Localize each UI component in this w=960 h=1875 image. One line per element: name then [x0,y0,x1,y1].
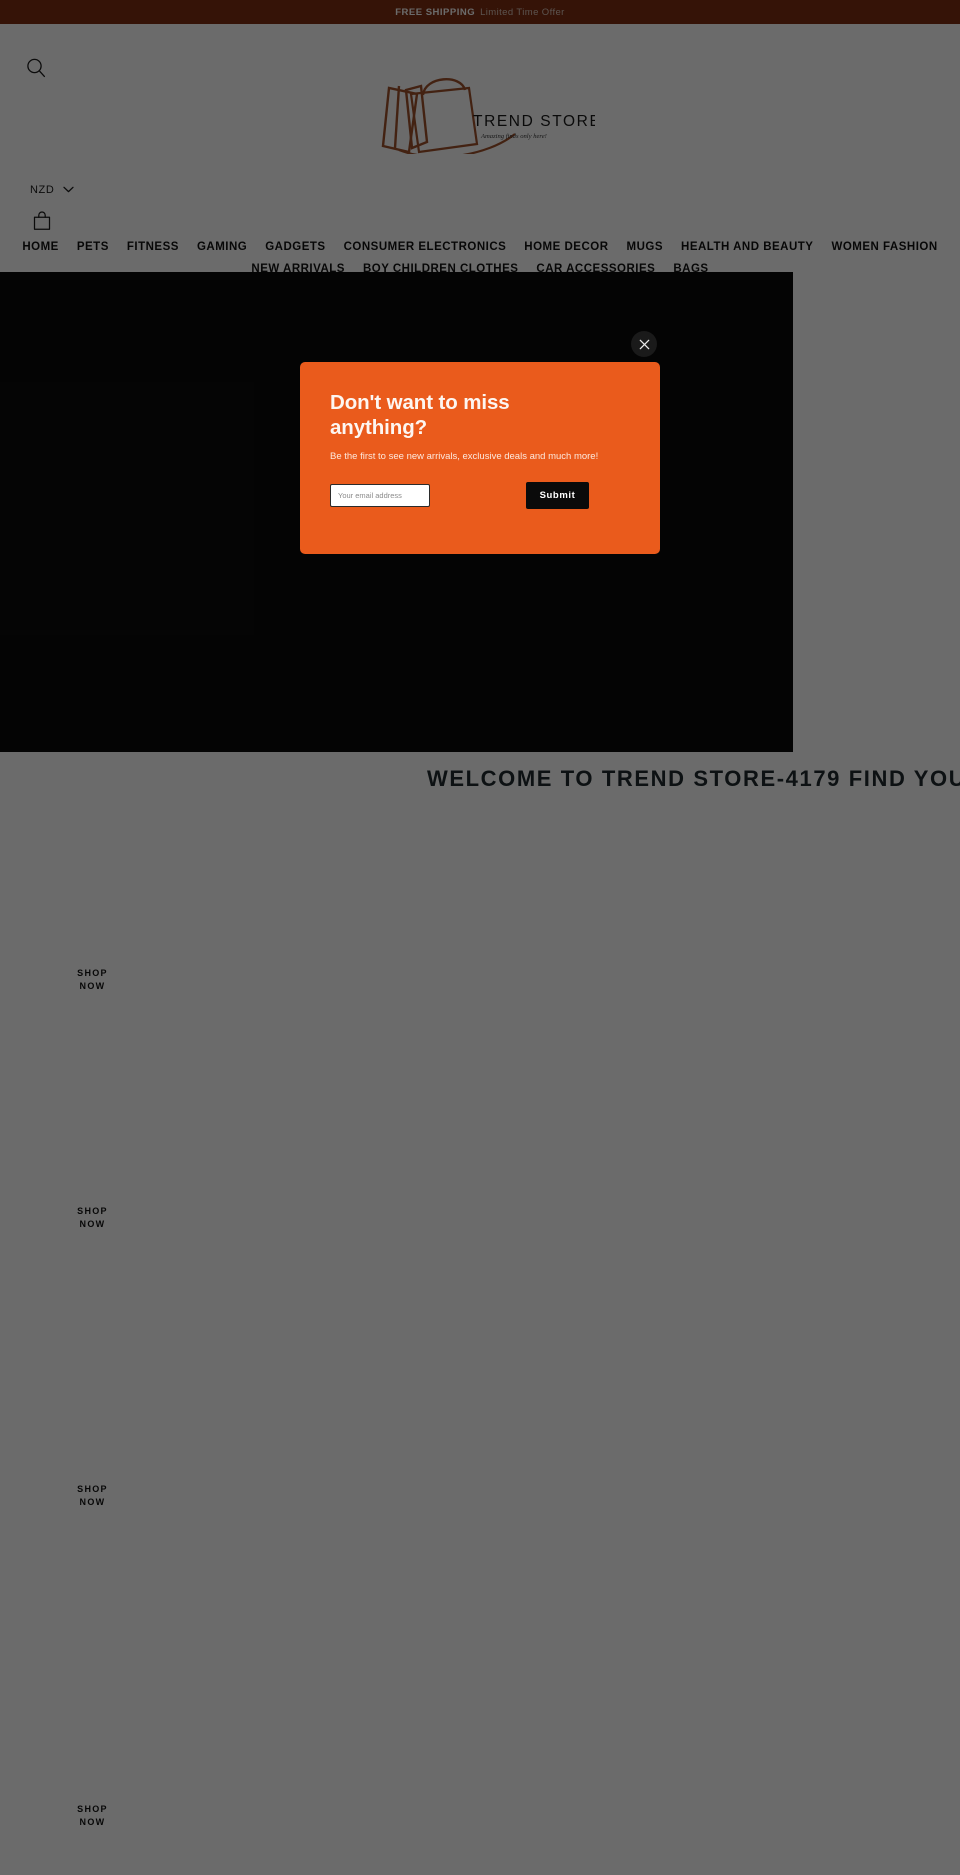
submit-button[interactable]: Submit [526,482,589,509]
newsletter-modal: Don't want to miss anything? Be the firs… [300,362,660,554]
close-icon[interactable] [631,331,657,357]
newsletter-form: Submit [330,482,630,509]
newsletter-heading: Don't want to miss anything? [330,391,510,440]
newsletter-description: Be the first to see new arrivals, exclus… [330,450,599,462]
email-field[interactable] [330,484,430,507]
modal-backdrop-overlay[interactable] [0,0,960,1875]
